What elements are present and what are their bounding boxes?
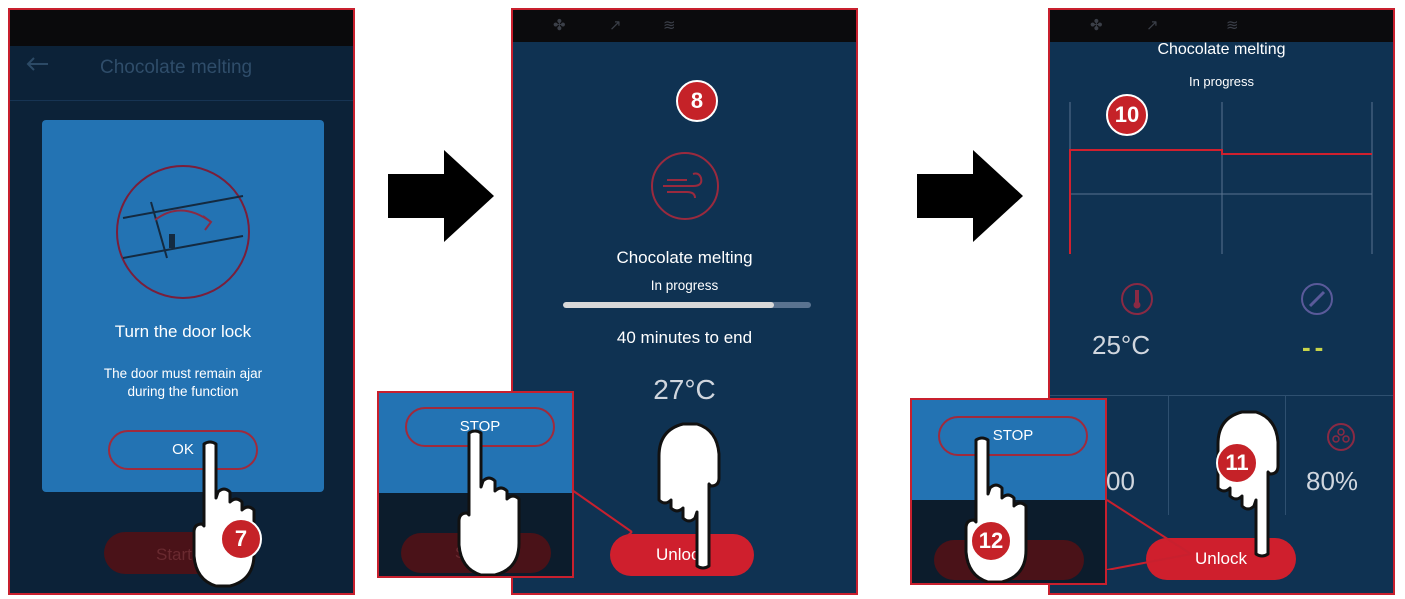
status-bar bbox=[10, 10, 353, 46]
steam-icon: ↗ bbox=[609, 16, 622, 34]
temperature-readout: 25°C bbox=[1092, 330, 1151, 360]
pointing-hand-icon bbox=[962, 436, 1034, 583]
step-badge-10: 10 bbox=[1106, 94, 1148, 136]
fan-icon: ✤ bbox=[553, 16, 566, 34]
callout-connector bbox=[1106, 499, 1192, 570]
wind-icon bbox=[649, 150, 721, 227]
heat-icon: ≋ bbox=[663, 16, 676, 34]
step-badge-11: 11 bbox=[1216, 442, 1258, 484]
progress-bar bbox=[563, 302, 811, 308]
pointing-hand-icon bbox=[651, 420, 723, 570]
callout-connector bbox=[571, 489, 633, 540]
settings-divider bbox=[1050, 395, 1393, 396]
fan-speed-readout: 80% bbox=[1306, 466, 1359, 496]
progress-bar-fill bbox=[563, 302, 774, 308]
step-badge-8: 8 bbox=[676, 80, 718, 122]
dialog-message-line2: during the function bbox=[127, 384, 239, 399]
settings-divider bbox=[1285, 395, 1286, 515]
step-badge-12: 12 bbox=[970, 520, 1012, 562]
pointing-hand-icon bbox=[455, 429, 527, 576]
pointing-hand-icon bbox=[190, 440, 262, 590]
heat-icon: ≋ bbox=[1226, 16, 1239, 34]
background-row bbox=[10, 100, 353, 101]
probe-icon bbox=[1300, 282, 1334, 321]
thermometer-icon bbox=[1120, 282, 1154, 321]
door-lock-icon bbox=[111, 160, 255, 304]
steam-icon: ↗ bbox=[1146, 16, 1159, 34]
fan-icon bbox=[1326, 422, 1356, 457]
program-status: In progress bbox=[1188, 74, 1255, 89]
door-lock-dialog: Turn the door lock The door must remain … bbox=[42, 120, 324, 492]
status-bar: ✤ ↗ ≋ bbox=[1050, 10, 1393, 42]
program-status: In progress bbox=[650, 278, 719, 293]
program-name: Chocolate melting bbox=[1157, 41, 1286, 58]
program-name: Chocolate melting bbox=[616, 248, 753, 267]
right-arrow-icon bbox=[388, 150, 494, 247]
bottom-button-label: Start bbox=[156, 545, 192, 564]
stop-button-inset: STOP S bbox=[377, 391, 574, 578]
dialog-message-line1: The door must remain ajar bbox=[103, 366, 263, 381]
pointing-hand-icon bbox=[1210, 408, 1282, 558]
status-bar: ✤ ↗ ≋ bbox=[513, 10, 856, 42]
fan-icon: ✤ bbox=[1090, 16, 1103, 34]
panel-door-lock-screen: Chocolate melting Start Turn the door lo… bbox=[8, 8, 355, 595]
time-remaining: 40 minutes to end bbox=[616, 328, 753, 347]
dialog-title: Turn the door lock bbox=[114, 322, 252, 341]
header-title: Chocolate melting bbox=[100, 57, 253, 78]
right-arrow-icon bbox=[917, 150, 1023, 247]
back-arrow-icon[interactable] bbox=[24, 54, 50, 74]
step-badge-7: 7 bbox=[220, 518, 262, 560]
probe-readout: -- bbox=[1302, 332, 1328, 362]
stop-button-inset: STOP 12 bbox=[910, 398, 1107, 585]
